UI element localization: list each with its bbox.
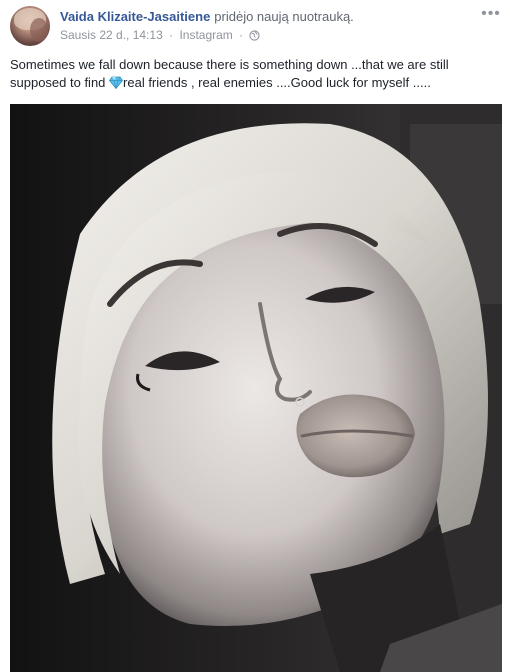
post-source[interactable]: Instagram <box>179 28 232 42</box>
more-horizontal-icon[interactable]: ••• <box>480 6 502 24</box>
avatar-shade <box>30 18 48 42</box>
globe-icon[interactable] <box>249 29 261 45</box>
author-name-link[interactable]: Vaida Klizaite-Jasaitiene <box>60 9 210 24</box>
post-action-text: pridėjo naują nuotrauką. <box>214 9 354 24</box>
post-photo[interactable] <box>10 104 502 672</box>
facebook-post: Vaida Klizaite-Jasaitiene pridėjo naują n… <box>0 0 510 672</box>
post-title-line: Vaida Klizaite-Jasaitiene pridėjo naują n… <box>60 8 474 26</box>
meta-separator: · <box>169 28 174 42</box>
gem-icon <box>109 76 124 94</box>
meta-separator-2: · <box>239 28 244 42</box>
post-timestamp[interactable]: Sausis 22 d., 14:13 <box>60 28 163 42</box>
post-caption: Sometimes we fall down because there is … <box>10 56 502 94</box>
selfie-illustration <box>10 104 502 672</box>
author-avatar[interactable] <box>10 6 50 46</box>
post-header: Vaida Klizaite-Jasaitiene pridėjo naują n… <box>10 6 502 48</box>
post-meta: Vaida Klizaite-Jasaitiene pridėjo naują n… <box>60 8 474 45</box>
caption-text-part2: real friends , real enemies ....Good luc… <box>123 75 431 90</box>
post-subtitle: Sausis 22 d., 14:13 · Instagram · <box>60 27 474 45</box>
